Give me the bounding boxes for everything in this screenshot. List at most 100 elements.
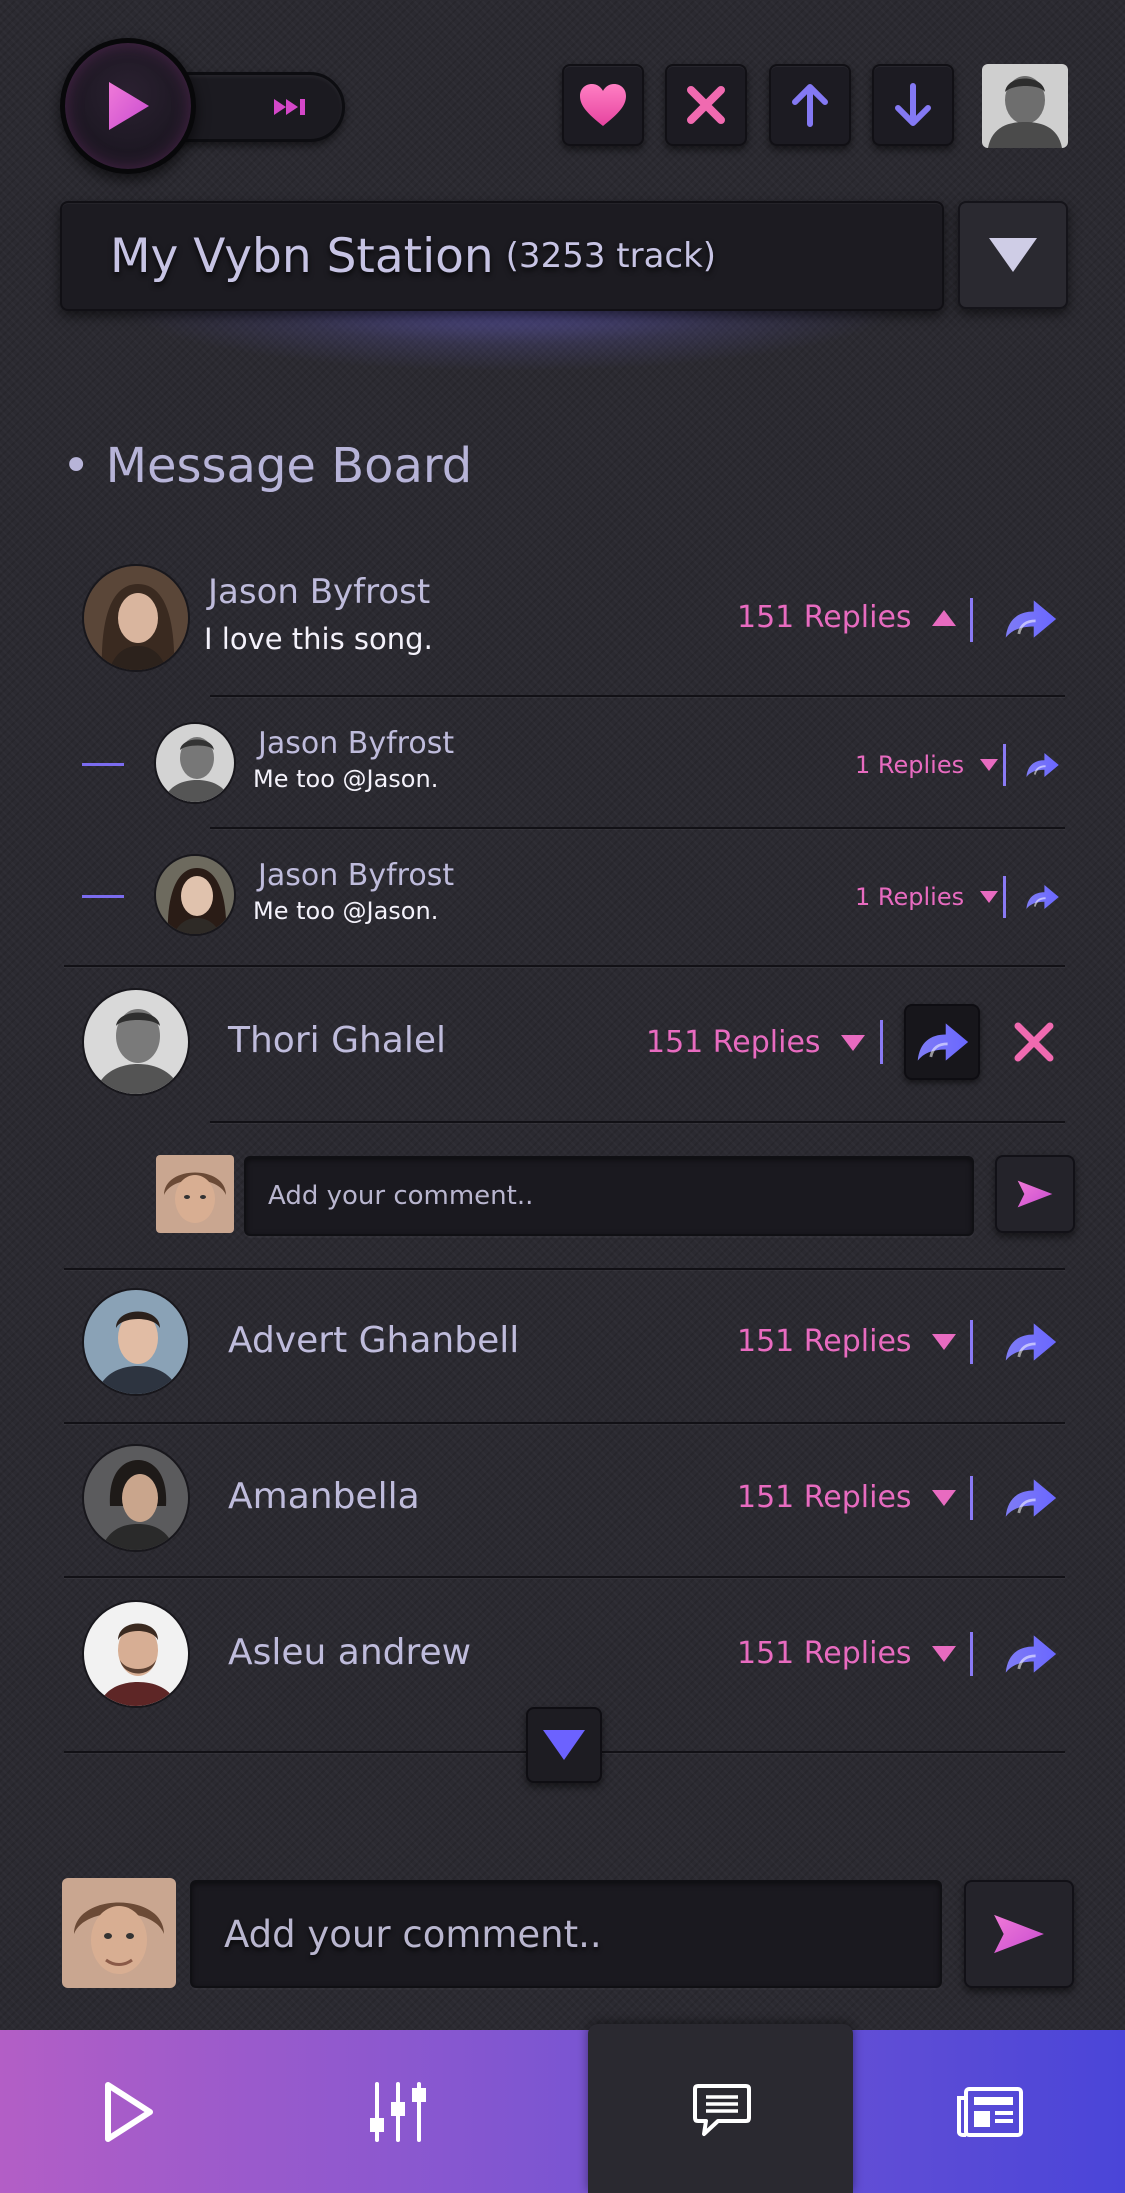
nav-news[interactable]	[890, 2030, 1090, 2193]
comment-author[interactable]: Asleu andrew	[228, 1632, 471, 1673]
share-icon	[914, 1019, 970, 1065]
chevron-down-icon	[931, 1645, 956, 1662]
share-icon[interactable]	[1002, 1319, 1058, 1365]
send-comment-button[interactable]	[964, 1880, 1074, 1988]
replies-count: 151 Replies	[646, 1025, 821, 1060]
replies-toggle[interactable]: 151 Replies	[737, 600, 958, 635]
move-up-button[interactable]	[769, 64, 851, 146]
send-icon	[1015, 1178, 1055, 1210]
chevron-down-icon	[840, 1034, 865, 1051]
divider	[970, 1320, 973, 1364]
chevron-down-icon	[931, 1489, 956, 1506]
chevron-up-icon	[931, 609, 956, 626]
close-icon	[687, 86, 725, 124]
comment-author[interactable]: Jason Byfrost	[258, 858, 454, 893]
divider	[210, 695, 1065, 697]
input-placeholder: Add your comment..	[224, 1912, 602, 1956]
replies-count: 151 Replies	[737, 1636, 912, 1671]
play-button[interactable]	[60, 38, 196, 174]
move-down-button[interactable]	[872, 64, 954, 146]
avatar[interactable]	[82, 564, 190, 672]
comment-text: Me too @Jason.	[253, 897, 439, 925]
share-icon[interactable]	[1002, 1631, 1058, 1677]
replies-toggle[interactable]: 151 Replies	[737, 1636, 958, 1671]
replies-count: 1 Replies	[855, 883, 965, 911]
share-icon[interactable]	[1024, 882, 1060, 912]
station-name: My Vybn Station	[110, 228, 494, 284]
divider	[64, 1422, 1065, 1424]
comment-author[interactable]: Jason Byfrost	[208, 572, 430, 612]
divider	[64, 1268, 1065, 1270]
player-controls	[60, 38, 345, 174]
station-track-count: (3253 track)	[505, 236, 717, 276]
divider	[880, 1020, 883, 1064]
send-reply-button[interactable]	[995, 1155, 1075, 1233]
user-avatar[interactable]	[982, 64, 1068, 148]
share-button[interactable]	[904, 1004, 980, 1080]
reply-indent-marker	[82, 763, 124, 766]
replies-count: 1 Replies	[855, 751, 965, 779]
equalizer-icon	[369, 2081, 426, 2142]
divider	[970, 598, 973, 642]
station-selector[interactable]: My Vybn Station (3253 track)	[60, 201, 944, 311]
close-icon[interactable]	[1012, 1020, 1056, 1064]
message-board-title: • Message Board	[62, 438, 473, 494]
comment-text: I love this song.	[204, 622, 433, 656]
comment-author[interactable]: Jason Byfrost	[258, 726, 454, 761]
avatar	[156, 1155, 234, 1233]
divider	[970, 1476, 973, 1520]
bottom-navigation	[0, 2030, 1125, 2193]
chevron-down-icon	[980, 759, 999, 771]
divider	[64, 965, 1065, 967]
share-icon[interactable]	[1002, 1475, 1058, 1521]
divider	[64, 1576, 1065, 1578]
avatar[interactable]	[82, 1444, 190, 1552]
comment-author[interactable]: Amanbella	[228, 1476, 420, 1517]
heart-icon	[580, 84, 626, 126]
avatar[interactable]	[154, 722, 236, 804]
divider	[1003, 876, 1006, 918]
chevron-down-icon	[989, 238, 1037, 272]
replies-toggle[interactable]: 151 Replies	[737, 1324, 958, 1359]
send-icon	[990, 1911, 1048, 1957]
comment-author[interactable]: Thori Ghalel	[228, 1020, 446, 1061]
comment-text: Me too @Jason.	[253, 765, 439, 793]
arrow-down-icon	[895, 83, 931, 126]
replies-toggle[interactable]: 151 Replies	[646, 1025, 867, 1060]
replies-toggle[interactable]: 1 Replies	[855, 751, 1000, 779]
station-dropdown-button[interactable]	[958, 201, 1068, 309]
chevron-down-icon	[543, 1730, 585, 1760]
divider	[970, 1632, 973, 1676]
chevron-down-icon	[931, 1333, 956, 1350]
dislike-button[interactable]	[665, 64, 747, 146]
divider	[210, 827, 1065, 829]
nav-chat[interactable]	[588, 2024, 853, 2193]
avatar[interactable]	[82, 1600, 190, 1708]
avatar[interactable]	[82, 988, 190, 1096]
reply-comment-input[interactable]: Add your comment..	[244, 1156, 974, 1236]
play-icon	[109, 82, 149, 130]
divider	[1003, 744, 1006, 786]
comment-input[interactable]: Add your comment..	[190, 1880, 942, 1988]
nav-play[interactable]	[40, 2030, 215, 2193]
replies-count: 151 Replies	[737, 1480, 912, 1515]
chevron-down-icon	[980, 891, 999, 903]
replies-toggle[interactable]: 151 Replies	[737, 1480, 958, 1515]
share-icon[interactable]	[1024, 750, 1060, 780]
avatar[interactable]	[154, 854, 236, 936]
share-icon[interactable]	[1002, 596, 1058, 642]
divider	[210, 1121, 1065, 1123]
avatar[interactable]	[82, 1288, 190, 1396]
replies-toggle[interactable]: 1 Replies	[855, 883, 1000, 911]
comment-author[interactable]: Advert Ghanbell	[228, 1320, 519, 1361]
input-placeholder: Add your comment..	[268, 1181, 534, 1211]
reply-indent-marker	[82, 895, 124, 898]
arrow-up-icon	[792, 84, 828, 127]
chat-icon	[693, 2084, 751, 2136]
like-button[interactable]	[562, 64, 644, 146]
fast-forward-icon	[274, 99, 305, 115]
replies-count: 151 Replies	[737, 600, 912, 635]
nav-equalizer[interactable]	[310, 2030, 485, 2193]
avatar	[62, 1878, 176, 1988]
load-more-button[interactable]	[526, 1707, 602, 1783]
